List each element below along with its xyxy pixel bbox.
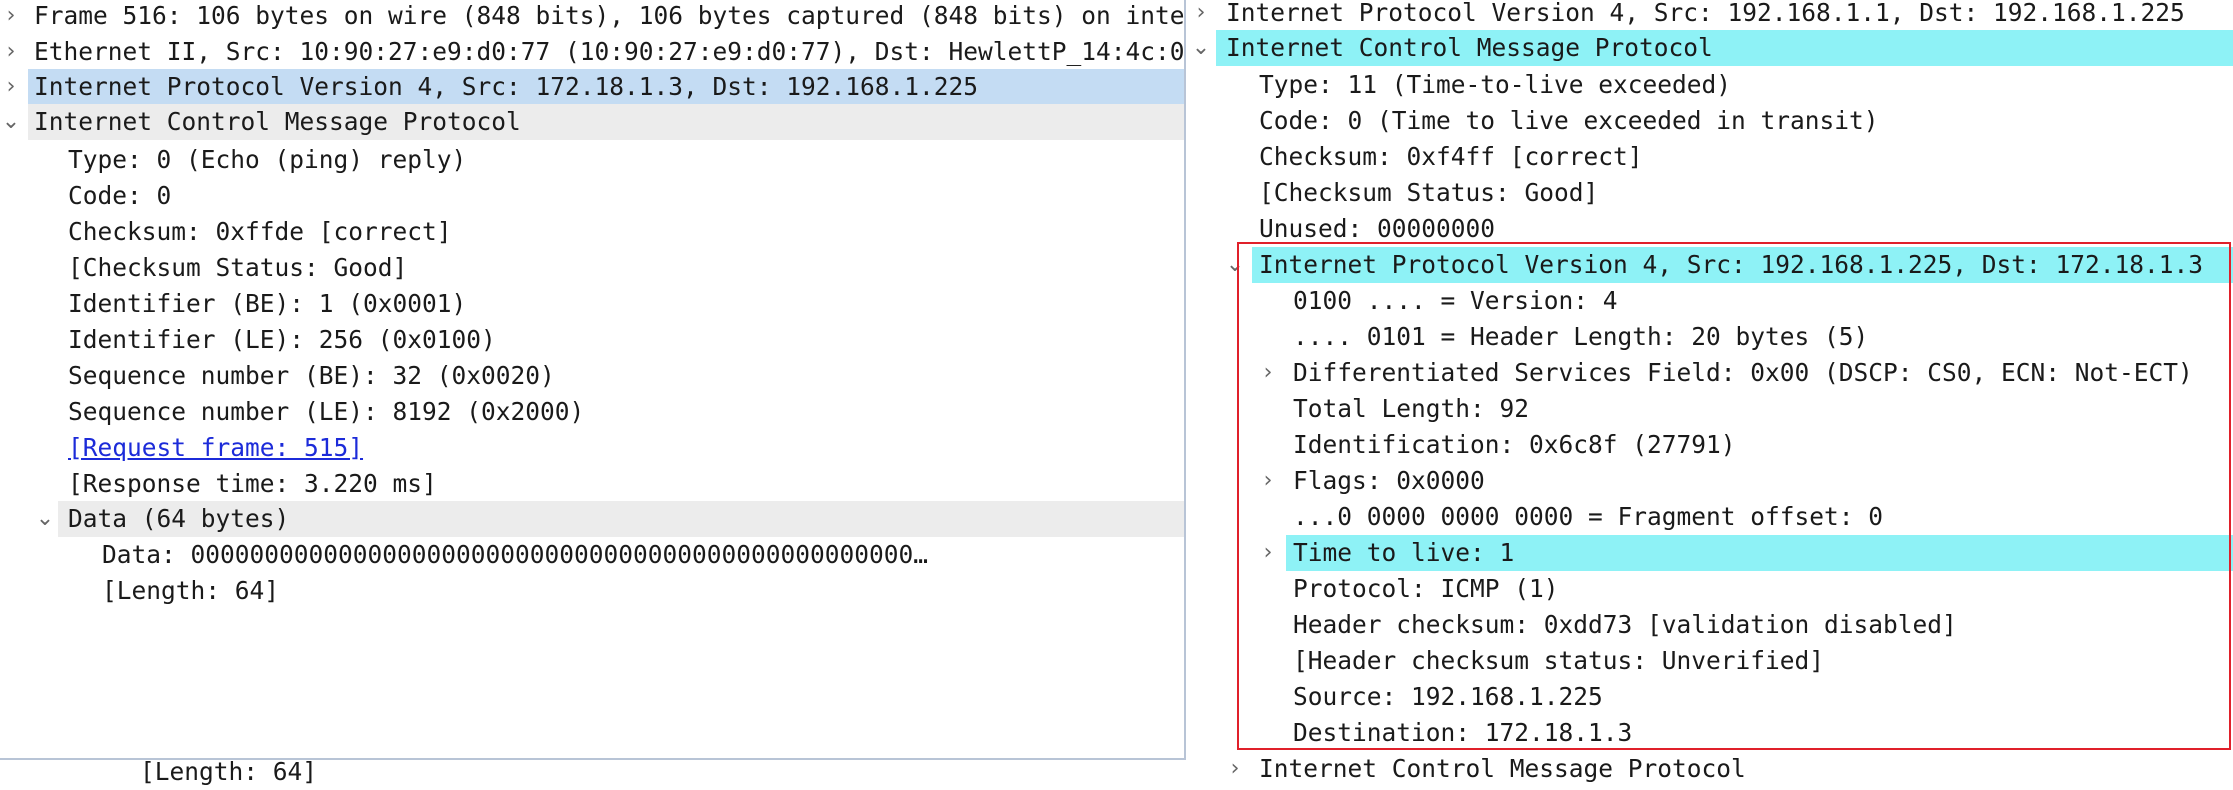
tree-row-label: Ethernet II, Src: 10:90:27:e9:d0:77 (10:… — [34, 37, 1186, 66]
tree-row-ttl[interactable]: › Time to live: 1 — [1264, 535, 2233, 571]
chevron-right-icon[interactable]: › — [1224, 751, 1246, 787]
overflow-length-text: [Length: 64] — [140, 757, 318, 786]
field-text: [Length: 64] — [102, 576, 280, 605]
chevron-down-icon[interactable]: ⌄ — [1190, 30, 1212, 66]
tree-row-unused[interactable]: Unused: 00000000 — [1186, 211, 2233, 247]
tree-row-label: Frame 516: 106 bytes on wire (848 bits),… — [34, 1, 1186, 30]
left-packet-details-pane: › Frame 516: 106 bytes on wire (848 bits… — [0, 0, 1186, 760]
tree-row-seq-be[interactable]: Sequence number (BE): 32 (0x0020) — [0, 358, 1184, 394]
field-text: Code: 0 (Time to live exceeded in transi… — [1259, 106, 1879, 135]
tree-row-label: Internet Protocol Version 4, Src: 172.18… — [34, 72, 979, 101]
tree-row-total-length[interactable]: Total Length: 92 — [1186, 391, 2233, 427]
field-text: Code: 0 — [68, 181, 172, 210]
tree-row-request-frame[interactable]: [Request frame: 515] — [0, 430, 1184, 466]
tree-row-outer-ipv4[interactable]: › Internet Protocol Version 4, Src: 192.… — [1186, 0, 2233, 31]
tree-row-icmp[interactable]: ⌄ Internet Control Message Protocol — [2, 104, 1184, 140]
tree-row-data-length[interactable]: [Length: 64] — [0, 573, 1184, 609]
tree-row-icmp-code[interactable]: Code: 0 (Time to live exceeded in transi… — [1186, 103, 2233, 139]
field-text: Source: 192.168.1.225 — [1293, 682, 1603, 711]
tree-row-label: Flags: 0x0000 — [1293, 466, 1485, 495]
tree-row-header-checksum[interactable]: Header checksum: 0xdd73 [validation disa… — [1186, 607, 2233, 643]
tree-row-frame[interactable]: › Frame 516: 106 bytes on wire (848 bits… — [0, 0, 1184, 34]
field-text: Type: 11 (Time-to-live exceeded) — [1259, 70, 1732, 99]
field-text: Unused: 00000000 — [1259, 214, 1496, 243]
tree-row-inner-icmp[interactable]: › Internet Control Message Protocol — [1186, 751, 2233, 787]
chevron-right-icon[interactable]: › — [1190, 0, 1212, 31]
tree-row-checksum-status[interactable]: [Checksum Status: Good] — [1186, 175, 2233, 211]
field-text: Protocol: ICMP (1) — [1293, 574, 1559, 603]
chevron-right-icon[interactable]: › — [0, 34, 22, 70]
chevron-down-icon[interactable]: ⌄ — [0, 104, 22, 140]
tree-row-header-checksum-status[interactable]: [Header checksum status: Unverified] — [1186, 643, 2233, 679]
chevron-right-icon[interactable]: › — [1257, 355, 1279, 391]
tree-row-checksum[interactable]: Checksum: 0xffde [correct] — [0, 214, 1184, 250]
field-text: Header checksum: 0xdd73 [validation disa… — [1293, 610, 1957, 639]
field-text: [Checksum Status: Good] — [1259, 178, 1599, 207]
tree-row-inner-ipv4[interactable]: ⌄ Internet Protocol Version 4, Src: 192.… — [1226, 247, 2233, 283]
chevron-right-icon[interactable]: › — [0, 69, 22, 105]
field-text: Sequence number (LE): 8192 (0x2000) — [68, 397, 585, 426]
field-text: Checksum: 0xf4ff [correct] — [1259, 142, 1643, 171]
field-text: Type: 0 (Echo (ping) reply) — [68, 145, 467, 174]
field-text: Sequence number (BE): 32 (0x0020) — [68, 361, 555, 390]
field-text: Data: 0000000000000000000000000000000000… — [102, 540, 929, 569]
tree-row-data[interactable]: ⌄ Data (64 bytes) — [36, 501, 1184, 537]
tree-row-label: Time to live: 1 — [1293, 538, 1515, 567]
field-text: Identifier (LE): 256 (0x0100) — [68, 325, 496, 354]
right-packet-details-pane: › Internet Protocol Version 4, Src: 192.… — [1186, 0, 2233, 790]
field-text: [Checksum Status: Good] — [68, 253, 408, 282]
tree-row-version[interactable]: 0100 .... = Version: 4 — [1186, 283, 2233, 319]
tree-row-seq-le[interactable]: Sequence number (LE): 8192 (0x2000) — [0, 394, 1184, 430]
request-frame-link[interactable]: [Request frame: 515] — [68, 430, 363, 466]
tree-row-destination[interactable]: Destination: 172.18.1.3 — [1186, 715, 2233, 751]
field-text: ...0 0000 0000 0000 = Fragment offset: 0 — [1293, 502, 1884, 531]
chevron-down-icon[interactable]: ⌄ — [34, 501, 56, 537]
field-text: Total Length: 92 — [1293, 394, 1530, 423]
tree-row-icmp-type[interactable]: Type: 0 (Echo (ping) reply) — [0, 142, 1184, 178]
chevron-right-icon[interactable]: › — [0, 0, 22, 34]
tree-row-identification[interactable]: Identification: 0x6c8f (27791) — [1186, 427, 2233, 463]
field-text: Destination: 172.18.1.3 — [1293, 718, 1633, 747]
tree-row-source[interactable]: Source: 192.168.1.225 — [1186, 679, 2233, 715]
tree-row-fragment-offset[interactable]: ...0 0000 0000 0000 = Fragment offset: 0 — [1186, 499, 2233, 535]
field-text: .... 0101 = Header Length: 20 bytes (5) — [1293, 322, 1869, 351]
field-text: Identifier (BE): 1 (0x0001) — [68, 289, 467, 318]
tree-row-icmp-code[interactable]: Code: 0 — [0, 178, 1184, 214]
tree-row-protocol[interactable]: Protocol: ICMP (1) — [1186, 571, 2233, 607]
tree-row-label: Internet Control Message Protocol — [1226, 33, 1713, 62]
tree-row-label: Internet Protocol Version 4, Src: 192.16… — [1259, 250, 2204, 279]
tree-row-label: Internet Control Message Protocol — [1259, 754, 1746, 783]
field-text: Identification: 0x6c8f (27791) — [1293, 430, 1736, 459]
tree-row-label: Internet Protocol Version 4, Src: 192.16… — [1226, 0, 2185, 27]
chevron-right-icon[interactable]: › — [1257, 535, 1279, 571]
tree-row-ethernet[interactable]: › Ethernet II, Src: 10:90:27:e9:d0:77 (1… — [0, 34, 1184, 70]
tree-row-icmp-expanded[interactable]: ⌄ Internet Control Message Protocol — [1192, 30, 2233, 66]
tree-row-icmp-type[interactable]: Type: 11 (Time-to-live exceeded) — [1186, 67, 2233, 103]
tree-row-data-bytes[interactable]: Data: 0000000000000000000000000000000000… — [0, 537, 1184, 573]
tree-row-label: Data (64 bytes) — [68, 504, 290, 533]
chevron-right-icon[interactable]: › — [1257, 463, 1279, 499]
tree-row-identifier-be[interactable]: Identifier (BE): 1 (0x0001) — [0, 286, 1184, 322]
tree-row-response-time[interactable]: [Response time: 3.220 ms] — [0, 466, 1184, 502]
tree-row-header-length[interactable]: .... 0101 = Header Length: 20 bytes (5) — [1186, 319, 2233, 355]
tree-row-checksum-status[interactable]: [Checksum Status: Good] — [0, 250, 1184, 286]
tree-row-dsfield[interactable]: › Differentiated Services Field: 0x00 (D… — [1186, 355, 2233, 391]
field-text: [Header checksum status: Unverified] — [1293, 646, 1825, 675]
tree-row-flags[interactable]: › Flags: 0x0000 — [1186, 463, 2233, 499]
field-text: Checksum: 0xffde [correct] — [68, 217, 452, 246]
chevron-down-icon[interactable]: ⌄ — [1224, 247, 1246, 283]
tree-row-label: Differentiated Services Field: 0x00 (DSC… — [1293, 358, 2193, 387]
tree-row-checksum[interactable]: Checksum: 0xf4ff [correct] — [1186, 139, 2233, 175]
field-text: [Response time: 3.220 ms] — [68, 469, 437, 498]
tree-row-label: Internet Control Message Protocol — [34, 107, 521, 136]
tree-row-identifier-le[interactable]: Identifier (LE): 256 (0x0100) — [0, 322, 1184, 358]
tree-row-ipv4-selected[interactable]: › Internet Protocol Version 4, Src: 172.… — [7, 69, 1184, 105]
field-text: 0100 .... = Version: 4 — [1293, 286, 1618, 315]
